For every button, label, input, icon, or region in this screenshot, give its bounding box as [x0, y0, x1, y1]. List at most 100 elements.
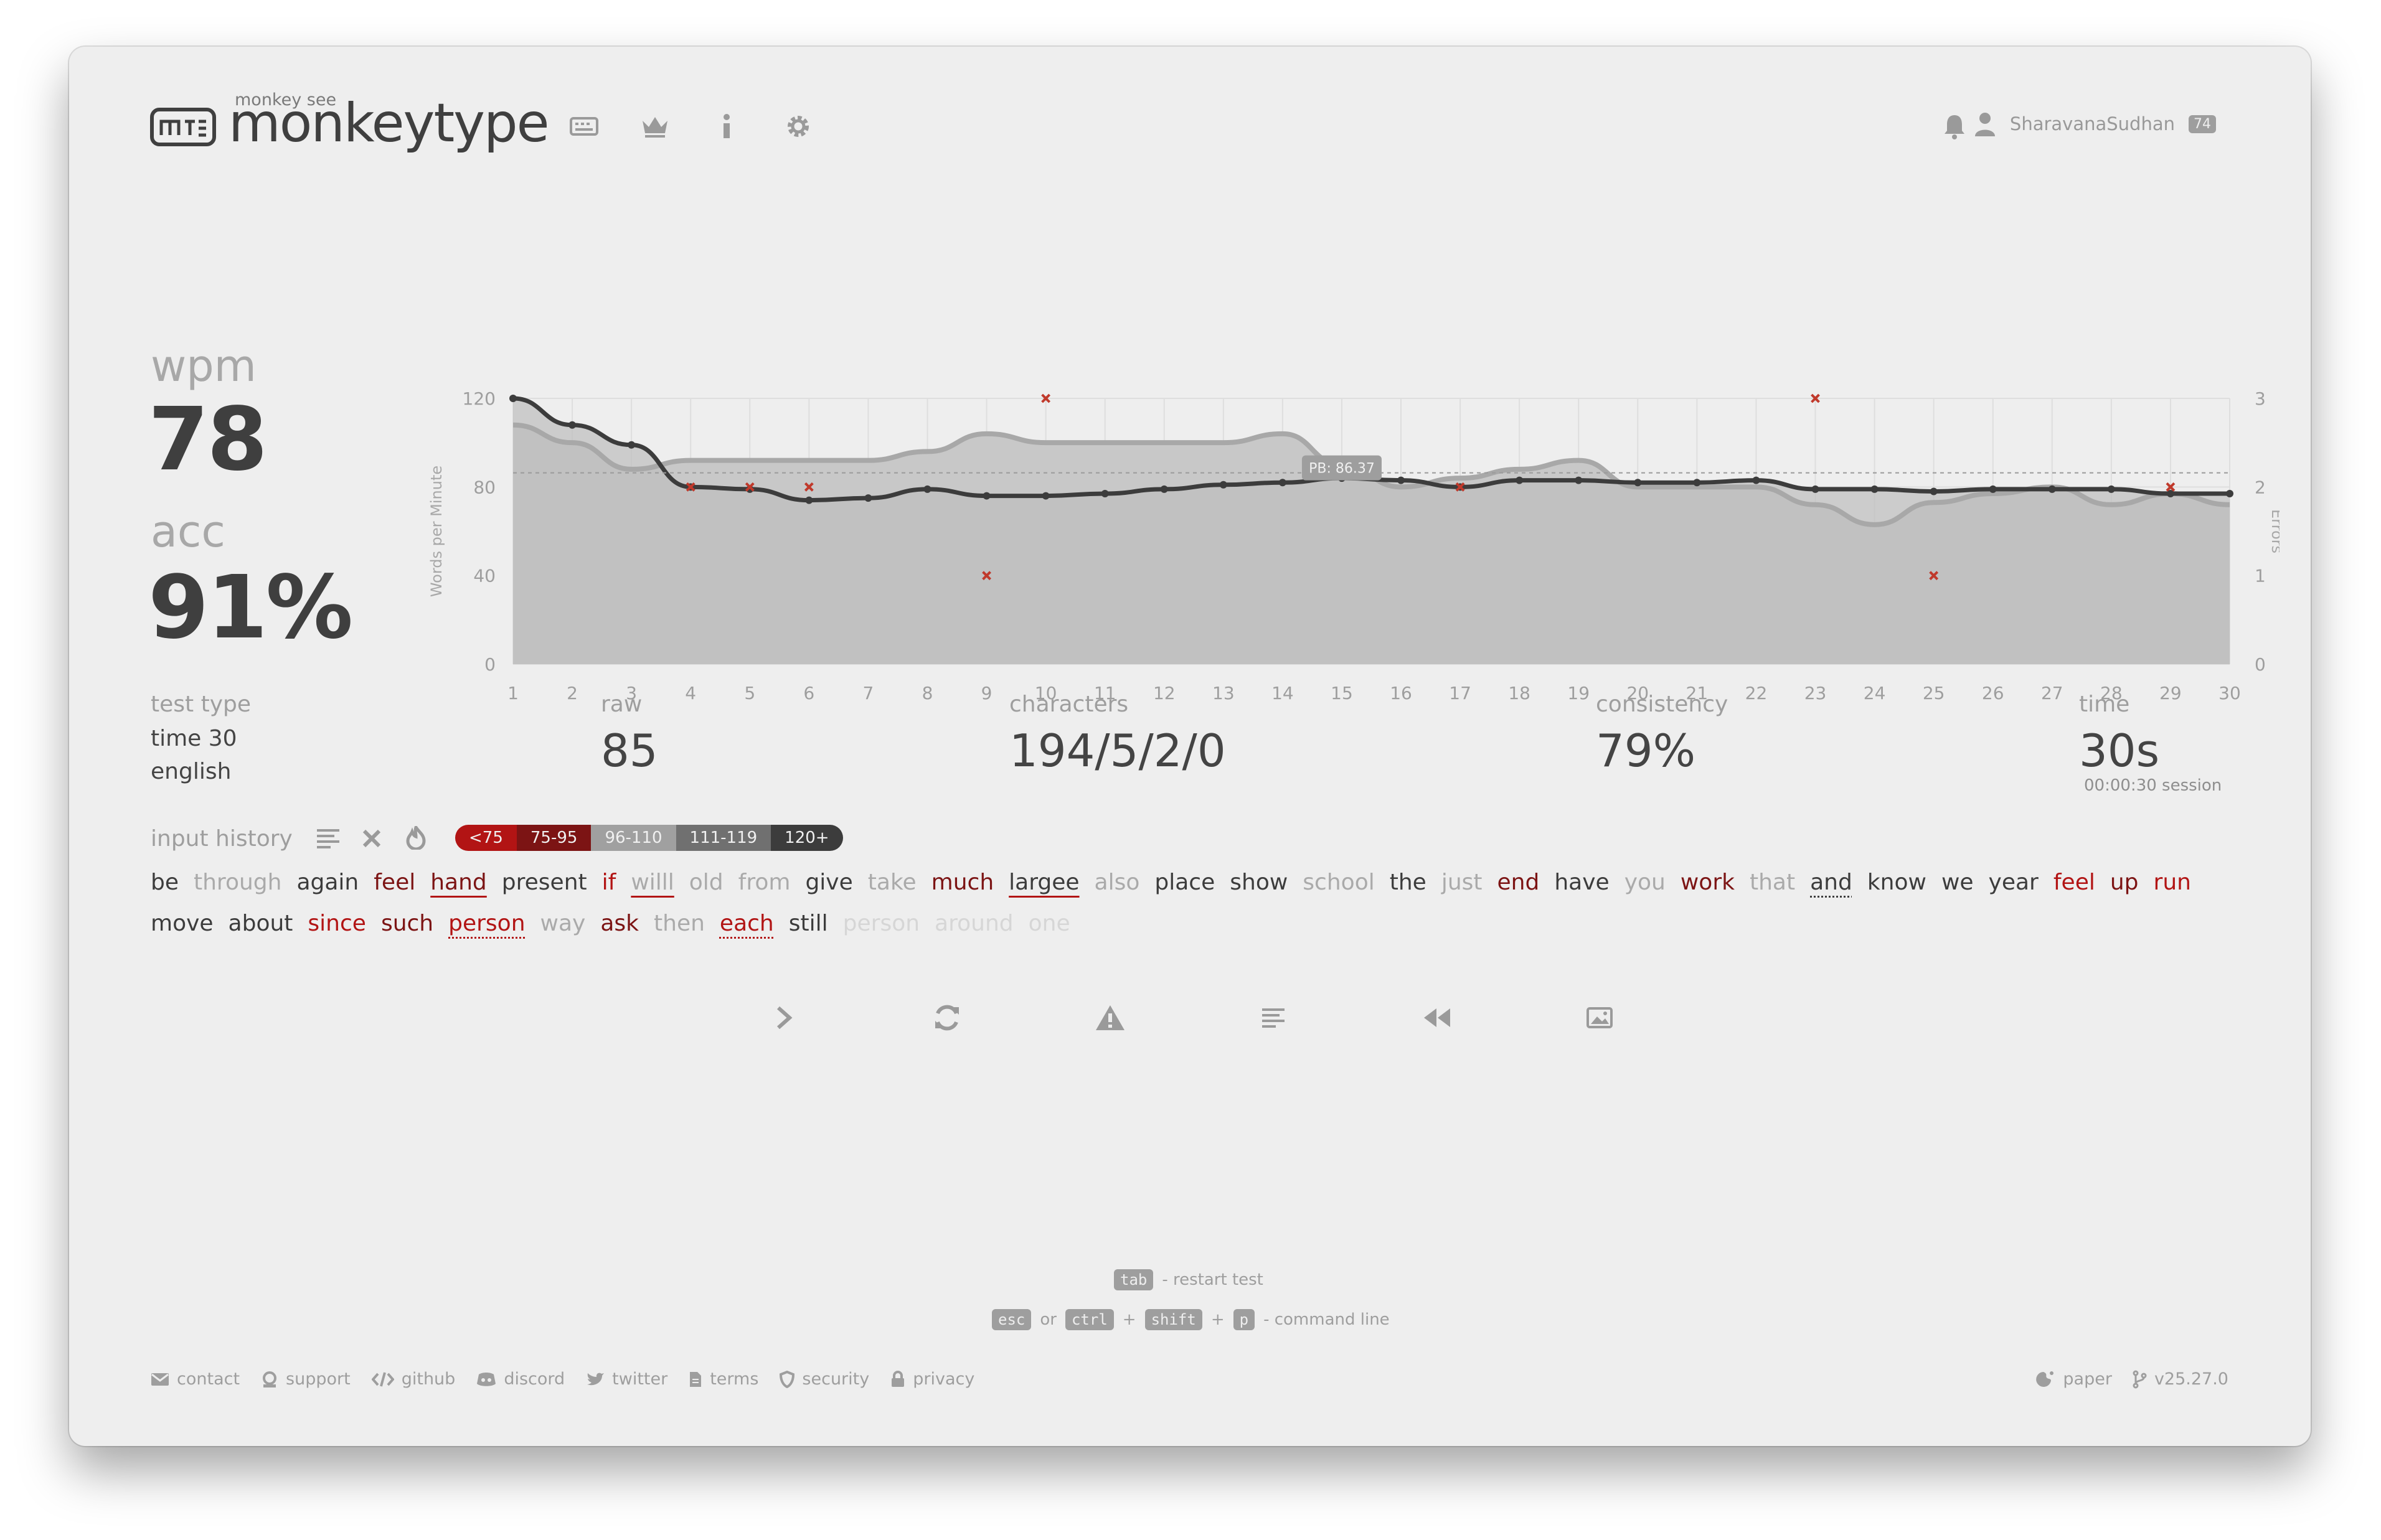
history-word[interactable]: also: [1095, 862, 1140, 903]
history-word[interactable]: that: [1750, 862, 1795, 903]
history-word[interactable]: move: [151, 903, 214, 944]
history-word[interactable]: person: [448, 903, 525, 944]
tab-key: tab: [1114, 1269, 1154, 1290]
history-word[interactable]: ask: [600, 903, 639, 944]
history-word[interactable]: largee: [1009, 862, 1079, 903]
footer-theme[interactable]: paper: [2034, 1369, 2112, 1389]
close-x-icon[interactable]: [362, 829, 382, 851]
history-word[interactable]: much: [931, 862, 994, 903]
history-word[interactable]: since: [308, 903, 366, 944]
footer-support[interactable]: support: [261, 1369, 351, 1389]
keyboard-logo-icon[interactable]: [150, 108, 216, 146]
history-word[interactable]: if: [602, 862, 616, 903]
wpm-chart[interactable]: PB: 86.37 1 2 3 4 5 6 7 8 9 10 11 12 13 14 15 16 17 18 19 2…: [405, 352, 2280, 725]
time-label: time: [2079, 692, 2130, 717]
wpm-point: [1278, 479, 1286, 487]
history-word[interactable]: have: [1554, 862, 1609, 903]
history-word[interactable]: you: [1624, 862, 1666, 903]
history-word[interactable]: and: [1810, 862, 1852, 903]
footer-version[interactable]: v25.27.0: [2132, 1369, 2228, 1389]
characters-label: characters: [1009, 692, 1129, 717]
history-word[interactable]: person: [843, 903, 920, 944]
wpm-point: [1575, 476, 1583, 484]
x-tick-label: 13: [1212, 683, 1235, 703]
x-tick-label: 18: [1508, 683, 1530, 703]
history-word[interactable]: run: [2154, 862, 2191, 903]
info-icon[interactable]: [709, 109, 744, 144]
user-account[interactable]: SharavanaSudhan 74: [1974, 111, 2216, 136]
history-word[interactable]: feel: [2053, 862, 2095, 903]
history-word[interactable]: still: [789, 903, 828, 944]
history-word[interactable]: be: [151, 862, 179, 903]
history-word[interactable]: about: [229, 903, 293, 944]
logo-text[interactable]: monkeytype: [229, 96, 550, 150]
words-history-icon[interactable]: [1248, 993, 1298, 1043]
history-word[interactable]: feel: [374, 862, 415, 903]
history-word[interactable]: take: [868, 862, 917, 903]
screenshot-image-icon[interactable]: [1575, 993, 1624, 1043]
history-word[interactable]: school: [1303, 862, 1374, 903]
footer-contact[interactable]: contact: [151, 1369, 240, 1389]
history-word[interactable]: from: [738, 862, 791, 903]
x-tick-label: 27: [2041, 683, 2063, 703]
support-link-label: support: [286, 1369, 351, 1389]
x-tick-label: 16: [1390, 683, 1412, 703]
history-word[interactable]: just: [1441, 862, 1483, 903]
history-word[interactable]: then: [654, 903, 705, 944]
history-word[interactable]: old: [689, 862, 724, 903]
repeat-test-icon[interactable]: [922, 993, 972, 1043]
footer-github[interactable]: github: [371, 1369, 455, 1389]
footer-links: contact support github discord twitter t…: [151, 1369, 974, 1389]
word-list-icon[interactable]: [316, 827, 341, 852]
warning-icon[interactable]: [1085, 993, 1135, 1043]
history-word[interactable]: place: [1154, 862, 1215, 903]
history-word[interactable]: each: [720, 903, 774, 944]
history-word[interactable]: again: [296, 862, 359, 903]
consistency-value: 79%: [1596, 725, 1696, 777]
history-word[interactable]: give: [805, 862, 852, 903]
history-word[interactable]: such: [381, 903, 433, 944]
replay-rewind-icon[interactable]: [1412, 993, 1461, 1043]
history-word[interactable]: way: [540, 903, 586, 944]
history-word[interactable]: willl: [631, 862, 674, 903]
notifications-bell-icon[interactable]: [1937, 109, 1972, 144]
keyboard-icon[interactable]: [567, 109, 601, 144]
settings-gear-icon[interactable]: [781, 109, 816, 144]
time-value: 30s: [2079, 725, 2160, 777]
footer-security[interactable]: security: [780, 1369, 869, 1389]
history-word[interactable]: the: [1390, 862, 1426, 903]
history-word[interactable]: year: [1989, 862, 2039, 903]
wpm-point: [628, 441, 636, 449]
footer-privacy[interactable]: privacy: [890, 1369, 974, 1389]
history-word[interactable]: work: [1681, 862, 1735, 903]
legend-item: 75-95: [516, 825, 592, 851]
crown-icon[interactable]: [638, 109, 672, 144]
history-word[interactable]: know: [1867, 862, 1926, 903]
x-tick-label: 23: [1804, 683, 1827, 703]
history-word[interactable]: present: [502, 862, 587, 903]
footer-terms[interactable]: terms: [689, 1369, 758, 1389]
x-tick-label: 9: [981, 683, 992, 703]
footer-twitter[interactable]: twitter: [586, 1369, 667, 1389]
history-word[interactable]: one: [1029, 903, 1070, 944]
wpm-point: [2048, 485, 2056, 493]
footer-discord[interactable]: discord: [476, 1369, 565, 1389]
test-type-label: test type: [151, 692, 251, 717]
x-tick-label: 7: [862, 683, 874, 703]
wpm-point: [923, 485, 931, 493]
history-word[interactable]: hand: [430, 862, 487, 903]
wpm-point: [1870, 485, 1879, 493]
history-word[interactable]: up: [2110, 862, 2139, 903]
twitter-link-label: twitter: [612, 1369, 668, 1389]
history-word[interactable]: through: [194, 862, 281, 903]
fire-icon[interactable]: [405, 824, 427, 852]
twitter-icon: [587, 1373, 605, 1385]
characters-value: 194/5/2/0: [1009, 725, 1226, 777]
history-word[interactable]: we: [1941, 862, 1974, 903]
history-word[interactable]: show: [1230, 862, 1288, 903]
next-test-chevron-icon[interactable]: [759, 993, 809, 1043]
history-word[interactable]: around: [935, 903, 1014, 944]
shield-icon: [780, 1370, 795, 1388]
wpm-value: 78: [148, 389, 268, 491]
history-word[interactable]: end: [1497, 862, 1540, 903]
